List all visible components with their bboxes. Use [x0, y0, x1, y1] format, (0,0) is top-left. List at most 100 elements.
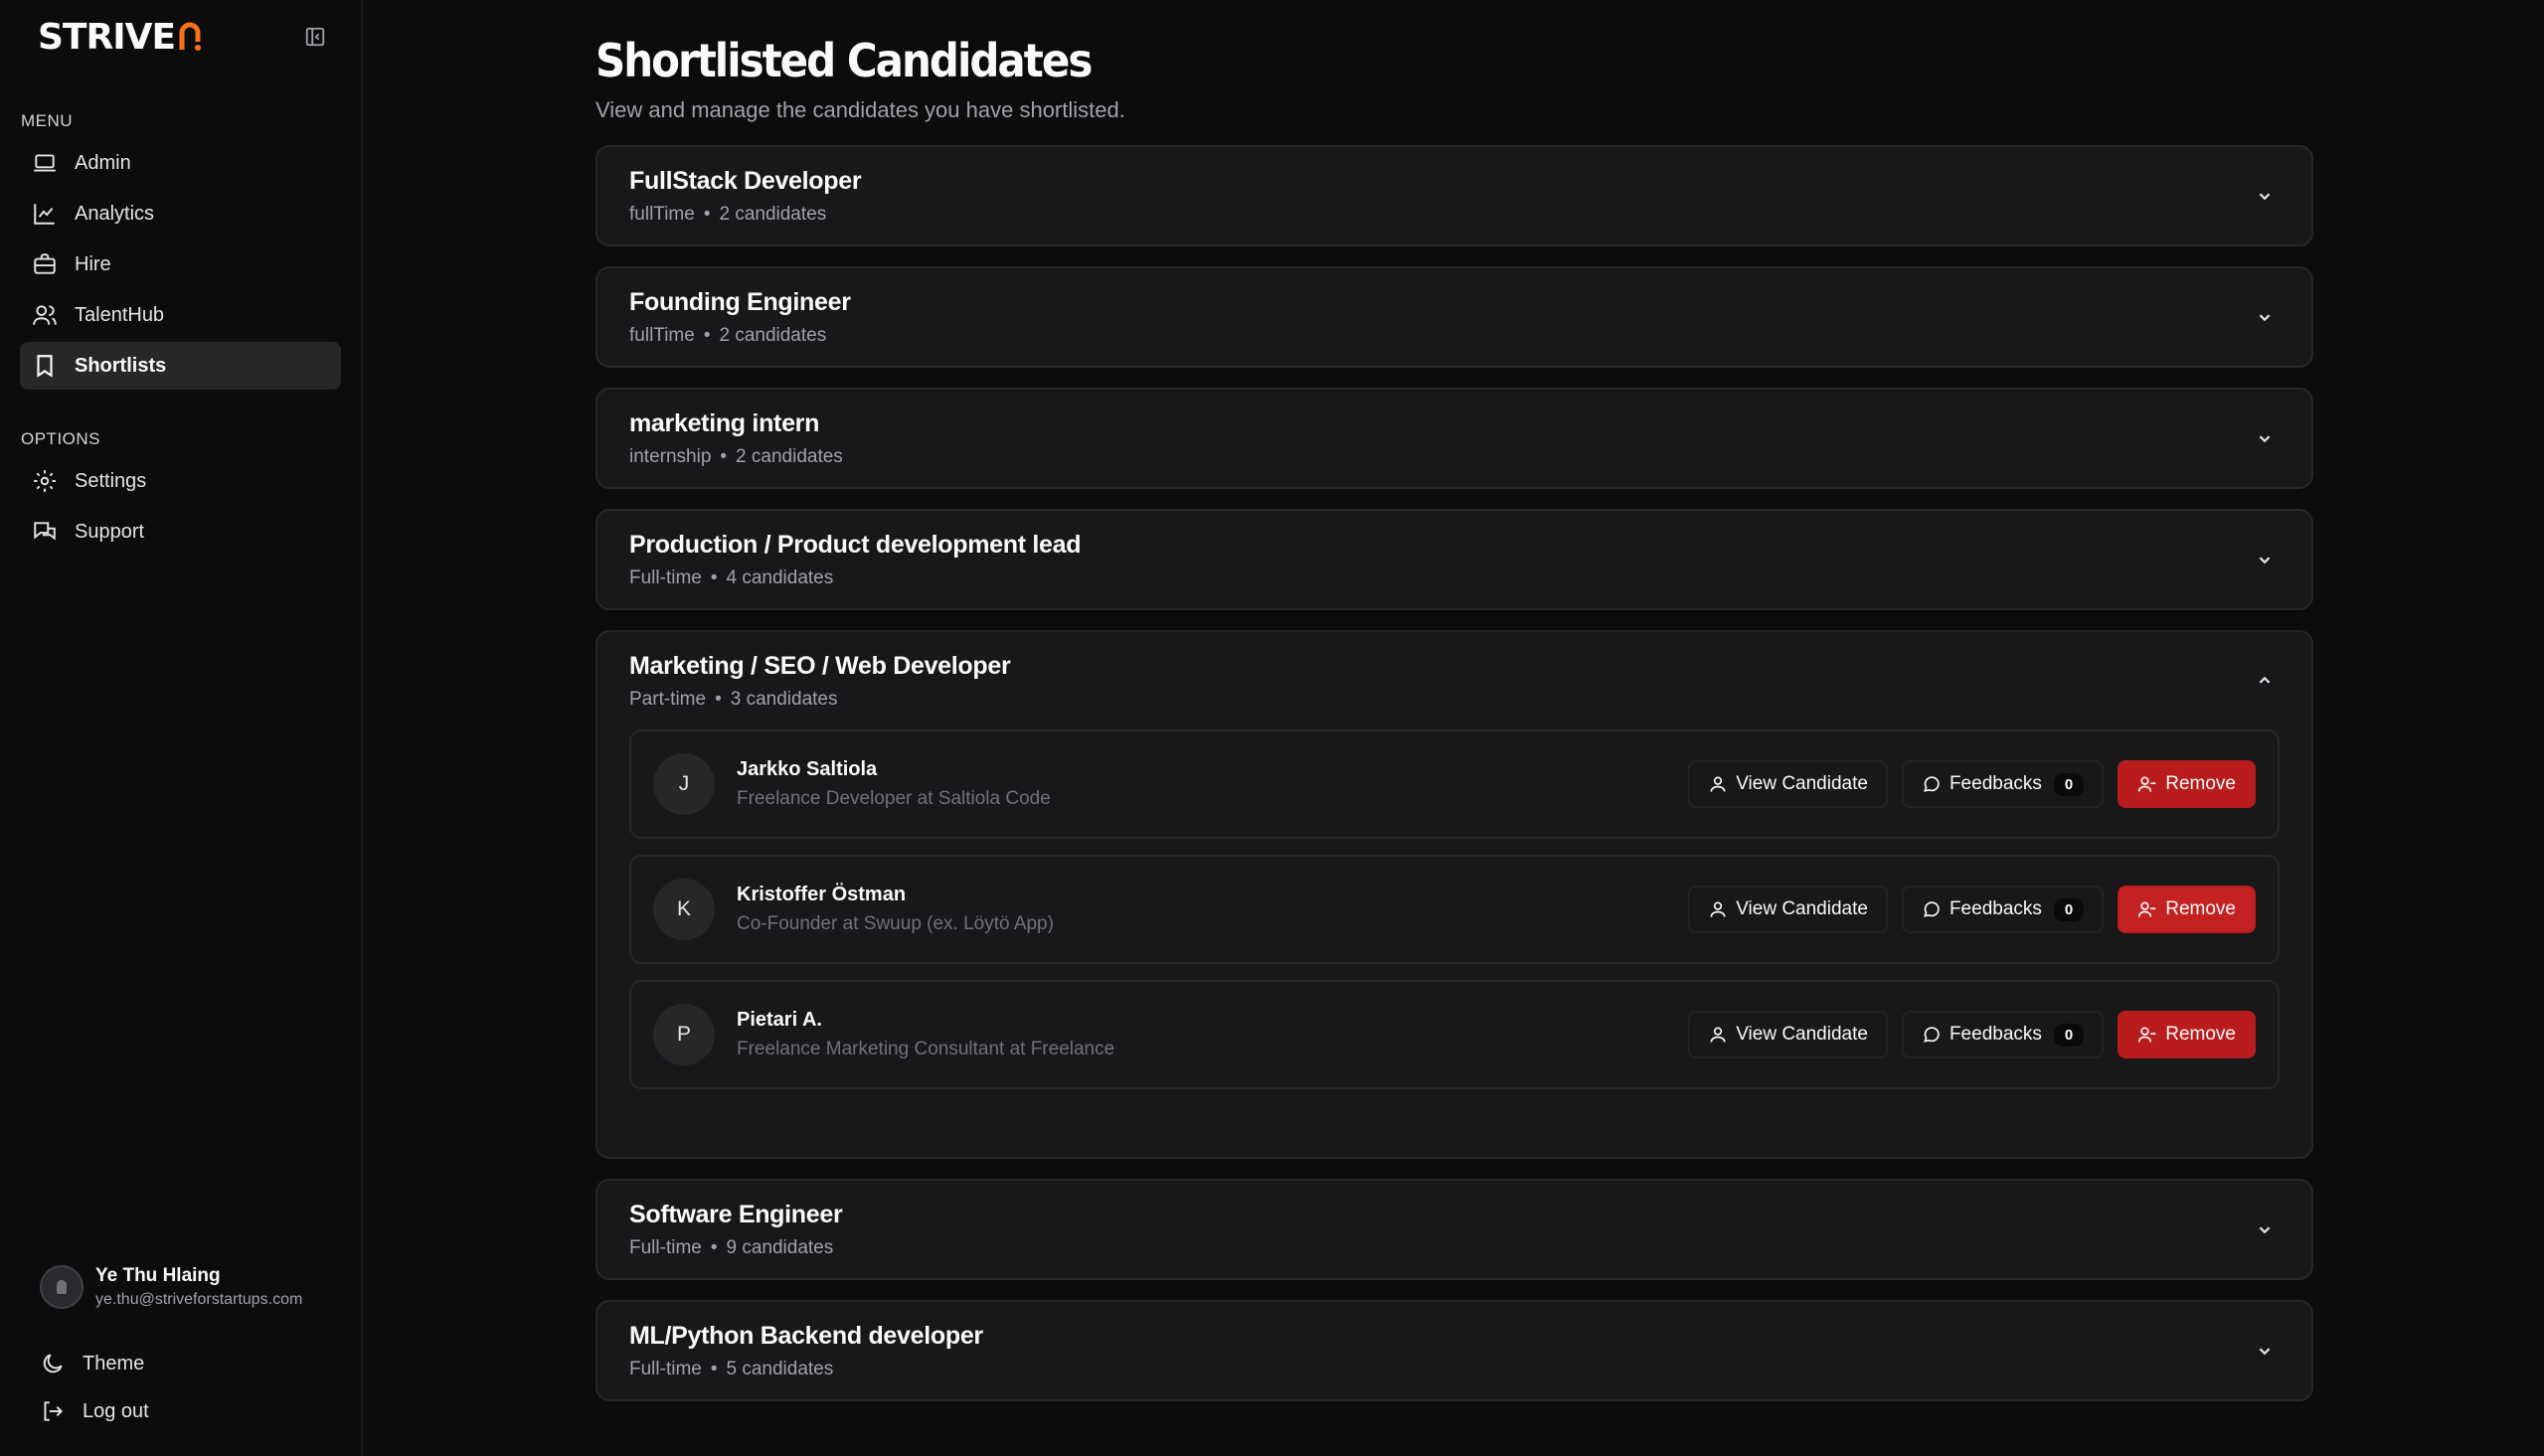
- job-card: marketing intern internship • 2 candidates: [595, 388, 2313, 489]
- user-minus-icon: [2138, 901, 2156, 917]
- user-profile[interactable]: Ye Thu Hlaing ye.thu@striveforstartups.c…: [40, 1265, 302, 1309]
- feedbacks-label: Feedbacks: [1949, 773, 2042, 794]
- user-icon: [1710, 1027, 1726, 1043]
- message-circle-icon: [1923, 776, 1940, 792]
- menu-section-label: MENU: [21, 111, 74, 130]
- chevron-down-icon[interactable]: [2254, 1340, 2276, 1362]
- sidebar-item-admin[interactable]: Admin: [20, 139, 341, 187]
- sidebar-item-shortlists[interactable]: Shortlists: [20, 342, 341, 390]
- sidebar-item-support[interactable]: Support: [20, 508, 341, 556]
- candidate-row: J Jarkko Saltiola Freelance Developer at…: [629, 729, 2280, 839]
- user-icon: [1710, 776, 1726, 792]
- job-candidate-count: 4 candidates: [726, 566, 834, 588]
- options-nav: Settings Support: [20, 457, 341, 556]
- job-card: Founding Engineer fullTime • 2 candidates: [595, 266, 2313, 368]
- job-meta: Full-time • 9 candidates: [629, 1236, 834, 1258]
- job-header[interactable]: Founding Engineer fullTime • 2 candidates: [629, 268, 2280, 366]
- candidate-row: K Kristoffer Östman Co-Founder at Swuup …: [629, 855, 2280, 964]
- chart-line-icon: [34, 204, 55, 225]
- logo[interactable]: STRIVE: [38, 16, 202, 58]
- page-title: Shortlisted Candidates: [595, 34, 1093, 87]
- options-section-label: OPTIONS: [21, 429, 101, 448]
- view-candidate-label: View Candidate: [1736, 1024, 1868, 1045]
- message-circle-icon: [1923, 1027, 1940, 1043]
- remove-label: Remove: [2165, 898, 2236, 919]
- job-meta: Part-time • 3 candidates: [629, 688, 838, 710]
- sidebar-item-talenthub[interactable]: TalentHub: [20, 291, 341, 339]
- job-header[interactable]: marketing intern internship • 2 candidates: [629, 390, 2280, 487]
- job-candidate-count: 3 candidates: [730, 688, 838, 710]
- feedbacks-count-badge: 0: [2053, 897, 2085, 921]
- logout-button[interactable]: Log out: [40, 1398, 149, 1424]
- app-shell: STRIVE MENU Admin Analytics Hire TalentH…: [0, 0, 2544, 1456]
- candidate-row: P Pietari A. Freelance Marketing Consult…: [629, 980, 2280, 1089]
- job-title: Marketing / SEO / Web Developer: [629, 651, 1011, 680]
- sidebar-item-label: Shortlists: [75, 354, 167, 377]
- job-header[interactable]: Software Engineer Full-time • 9 candidates: [629, 1181, 2280, 1278]
- logo-text: STRIVE: [38, 16, 176, 58]
- feedbacks-button[interactable]: Feedbacks 0: [1901, 886, 2105, 933]
- sidebar-item-label: Hire: [75, 252, 111, 275]
- job-meta: internship • 2 candidates: [629, 445, 843, 467]
- candidate-role: Freelance Marketing Consultant at Freela…: [737, 1039, 1115, 1059]
- candidate-avatar: K: [653, 879, 715, 940]
- candidate-actions: View Candidate Feedbacks 0 Remove: [1688, 1011, 2256, 1058]
- job-type: fullTime: [629, 203, 695, 225]
- job-candidate-count: 2 candidates: [736, 445, 843, 467]
- job-type: Full-time: [629, 1236, 702, 1258]
- job-candidate-count: 9 candidates: [726, 1236, 834, 1258]
- view-candidate-button[interactable]: View Candidate: [1688, 1011, 1888, 1058]
- sidebar-item-label: TalentHub: [75, 303, 165, 326]
- feedbacks-label: Feedbacks: [1949, 1024, 2042, 1045]
- brand-bar: STRIVE: [20, 0, 341, 74]
- job-meta: fullTime • 2 candidates: [629, 324, 827, 346]
- message-circle-icon: [1923, 901, 1940, 917]
- job-header[interactable]: FullStack Developer fullTime • 2 candidate…: [629, 147, 2280, 244]
- chevron-down-icon[interactable]: [2254, 1218, 2276, 1240]
- remove-button[interactable]: Remove: [2118, 886, 2256, 933]
- user-name: Ye Thu Hlaing: [95, 1265, 221, 1286]
- job-title: Software Engineer: [629, 1200, 843, 1228]
- job-meta: Full-time • 5 candidates: [629, 1358, 834, 1379]
- chevron-down-icon[interactable]: [2254, 549, 2276, 570]
- feedbacks-button[interactable]: Feedbacks 0: [1901, 760, 2105, 808]
- chevron-up-icon[interactable]: [2254, 670, 2276, 692]
- job-header[interactable]: Marketing / SEO / Web Developer Part-tim…: [629, 632, 2280, 729]
- job-card: Production / Product development lead Fu…: [595, 509, 2313, 610]
- job-card: FullStack Developer fullTime • 2 candidate…: [595, 145, 2313, 246]
- candidate-actions: View Candidate Feedbacks 0 Remove: [1688, 886, 2256, 933]
- sidebar-item-label: Support: [75, 520, 145, 543]
- view-candidate-button[interactable]: View Candidate: [1688, 886, 1888, 933]
- job-header[interactable]: ML/Python Backend developer Full-time • 5 …: [629, 1302, 2280, 1399]
- user-icon: [1710, 901, 1726, 917]
- job-header[interactable]: Production / Product development lead Fu…: [629, 511, 2280, 608]
- chevron-down-icon[interactable]: [2254, 427, 2276, 449]
- sidebar-item-label: Settings: [75, 469, 147, 492]
- chevron-down-icon[interactable]: [2254, 306, 2276, 328]
- sidebar: STRIVE MENU Admin Analytics Hire TalentH…: [0, 0, 363, 1456]
- chevron-down-icon[interactable]: [2254, 185, 2276, 207]
- sidebar-collapse-icon[interactable]: [301, 23, 329, 51]
- remove-button[interactable]: Remove: [2118, 1011, 2256, 1058]
- sidebar-item-hire[interactable]: Hire: [20, 241, 341, 288]
- feedbacks-button[interactable]: Feedbacks 0: [1901, 1011, 2105, 1058]
- moon-icon: [43, 1354, 63, 1374]
- job-card: ML/Python Backend developer Full-time • 5 …: [595, 1300, 2313, 1401]
- user-minus-icon: [2138, 1027, 2156, 1043]
- main-nav: Admin Analytics Hire TalentHub Shortlist…: [20, 139, 341, 390]
- job-type: internship: [629, 445, 712, 467]
- sidebar-item-analytics[interactable]: Analytics: [20, 190, 341, 238]
- theme-toggle[interactable]: Theme: [40, 1351, 144, 1376]
- remove-button[interactable]: Remove: [2118, 760, 2256, 808]
- view-candidate-button[interactable]: View Candidate: [1688, 760, 1888, 808]
- user-minus-icon: [2138, 776, 2156, 792]
- candidate-name: Kristoffer Östman: [737, 884, 907, 905]
- sidebar-item-settings[interactable]: Settings: [20, 457, 341, 505]
- view-candidate-label: View Candidate: [1736, 898, 1868, 919]
- theme-label: Theme: [83, 1352, 145, 1375]
- job-type: Full-time: [629, 1358, 702, 1379]
- view-candidate-label: View Candidate: [1736, 773, 1868, 794]
- logout-label: Log out: [83, 1399, 149, 1422]
- candidate-role: Freelance Developer at Saltiola Code: [737, 788, 1051, 809]
- job-list: FullStack Developer fullTime • 2 candidate…: [595, 145, 2313, 1401]
